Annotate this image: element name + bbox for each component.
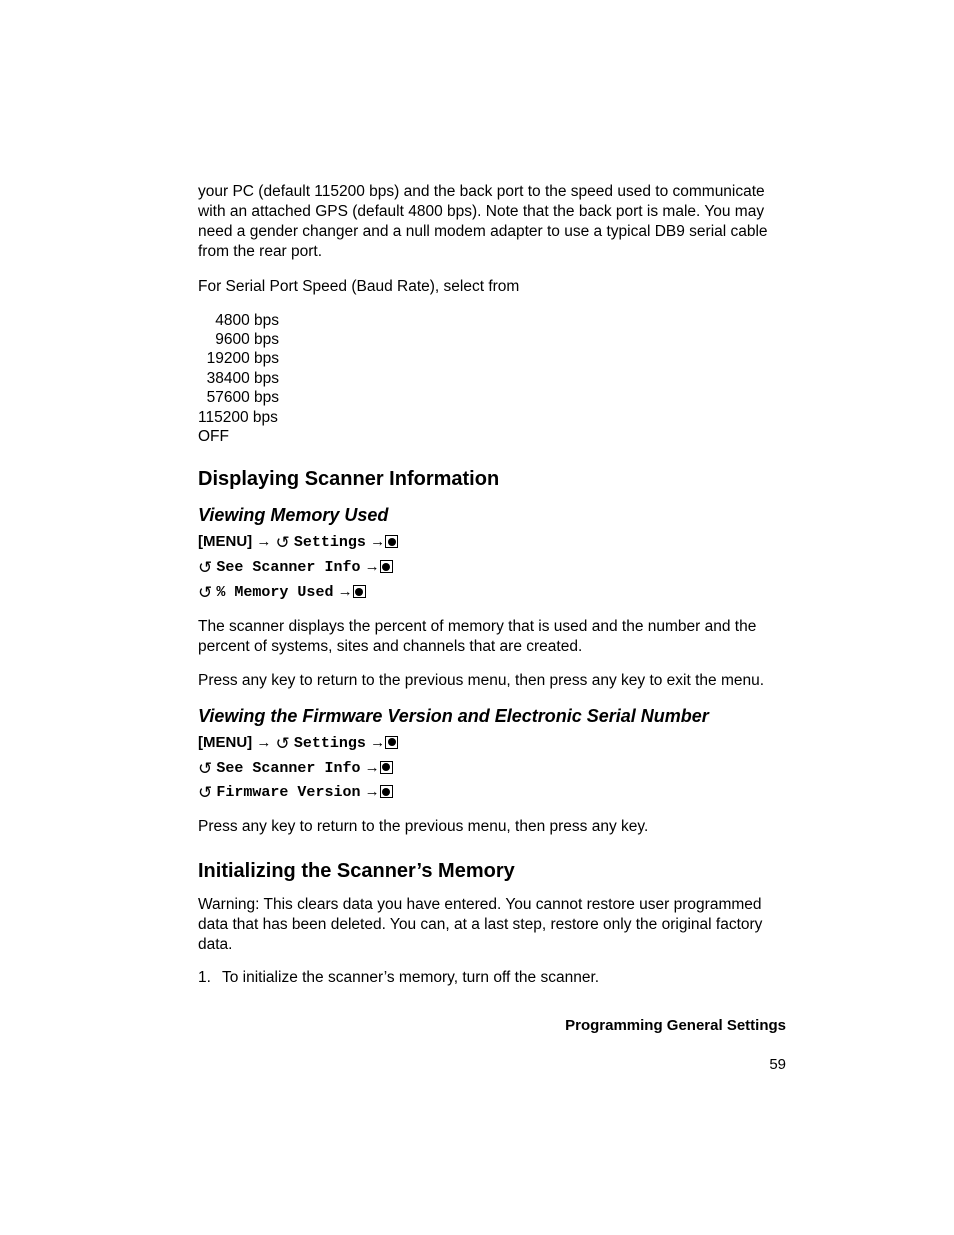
scroll-icon: ↺	[198, 758, 212, 781]
step-1: 1.To initialize the scanner’s memory, tu…	[198, 969, 786, 987]
menu-path-line: [MENU] → ↺ Settings →	[198, 532, 786, 555]
arrow-icon: →	[256, 734, 271, 751]
baud-option: 115200 bps	[198, 408, 786, 427]
heading-initializing-memory: Initializing the Scanner’s Memory	[198, 860, 786, 883]
warning-you: you	[377, 896, 402, 913]
enter-icon	[385, 736, 398, 749]
step-number: 1.	[198, 969, 222, 987]
menu-item-see-scanner-info: See Scanner Info	[216, 760, 360, 777]
footer-section-title: Programming General Settings	[198, 1017, 786, 1034]
enter-icon	[380, 761, 393, 774]
baud-option: 4800 bps	[198, 311, 786, 330]
enter-icon	[353, 585, 366, 598]
arrow-icon: →	[370, 734, 385, 751]
enter-icon	[380, 785, 393, 798]
baud-option: 19200 bps	[198, 349, 786, 368]
baud-option: 57600 bps	[198, 388, 786, 407]
menu-path-line: ↺ % Memory Used →	[198, 582, 786, 605]
menu-path-line: [MENU] → ↺ Settings →	[198, 733, 786, 756]
menu-key-label: [MENU]	[198, 533, 252, 550]
firmware-paragraph: Press any key to return to the previous …	[198, 817, 786, 837]
menu-path-line: ↺ See Scanner Info →	[198, 758, 786, 781]
memory-paragraph-2: Press any key to return to the previous …	[198, 671, 786, 691]
memory-paragraph-1: The scanner displays the percent of memo…	[198, 617, 786, 657]
menu-item-settings: Settings	[294, 534, 366, 551]
page-number: 59	[198, 1056, 786, 1073]
heading-displaying-scanner-info: Displaying Scanner Information	[198, 468, 786, 491]
arrow-icon: →	[365, 558, 380, 575]
arrow-icon: →	[370, 533, 385, 550]
scroll-icon: ↺	[276, 532, 290, 555]
intro-paragraph: your PC (default 115200 bps) and the bac…	[198, 182, 786, 263]
scroll-icon: ↺	[198, 782, 212, 805]
menu-item-firmware-version: Firmware Version	[216, 784, 360, 801]
menu-item-see-scanner-info: See Scanner Info	[216, 559, 360, 576]
enter-icon	[380, 560, 393, 573]
menu-item-settings: Settings	[294, 735, 366, 752]
arrow-icon: →	[365, 759, 380, 776]
arrow-icon: →	[365, 783, 380, 800]
baud-option: 9600 bps	[198, 330, 786, 349]
warning-text-1: This clears data	[259, 896, 377, 913]
scroll-icon: ↺	[198, 557, 212, 580]
arrow-icon: →	[256, 533, 271, 550]
baud-intro: For Serial Port Speed (Baud Rate), selec…	[198, 277, 786, 297]
menu-path-line: ↺ Firmware Version →	[198, 782, 786, 805]
baud-option: 38400 bps	[198, 369, 786, 388]
baud-option: OFF	[198, 427, 786, 446]
heading-viewing-memory-used: Viewing Memory Used	[198, 505, 786, 526]
scroll-icon: ↺	[198, 582, 212, 605]
enter-icon	[385, 535, 398, 548]
page-content: your PC (default 115200 bps) and the bac…	[198, 182, 786, 1073]
step-text: To initialize the scanner’s memory, turn…	[222, 969, 599, 986]
baud-rate-list: 4800 bps 9600 bps 19200 bps 38400 bps 57…	[198, 311, 786, 447]
heading-viewing-firmware: Viewing the Firmware Version and Electro…	[198, 706, 786, 727]
warning-paragraph: Warning: This clears data you have enter…	[198, 895, 786, 955]
warning-label: Warning:	[198, 896, 259, 913]
menu-item-memory-used: % Memory Used	[216, 584, 333, 601]
menu-key-label: [MENU]	[198, 734, 252, 751]
scroll-icon: ↺	[276, 733, 290, 756]
menu-path-line: ↺ See Scanner Info →	[198, 557, 786, 580]
arrow-icon: →	[338, 583, 353, 600]
